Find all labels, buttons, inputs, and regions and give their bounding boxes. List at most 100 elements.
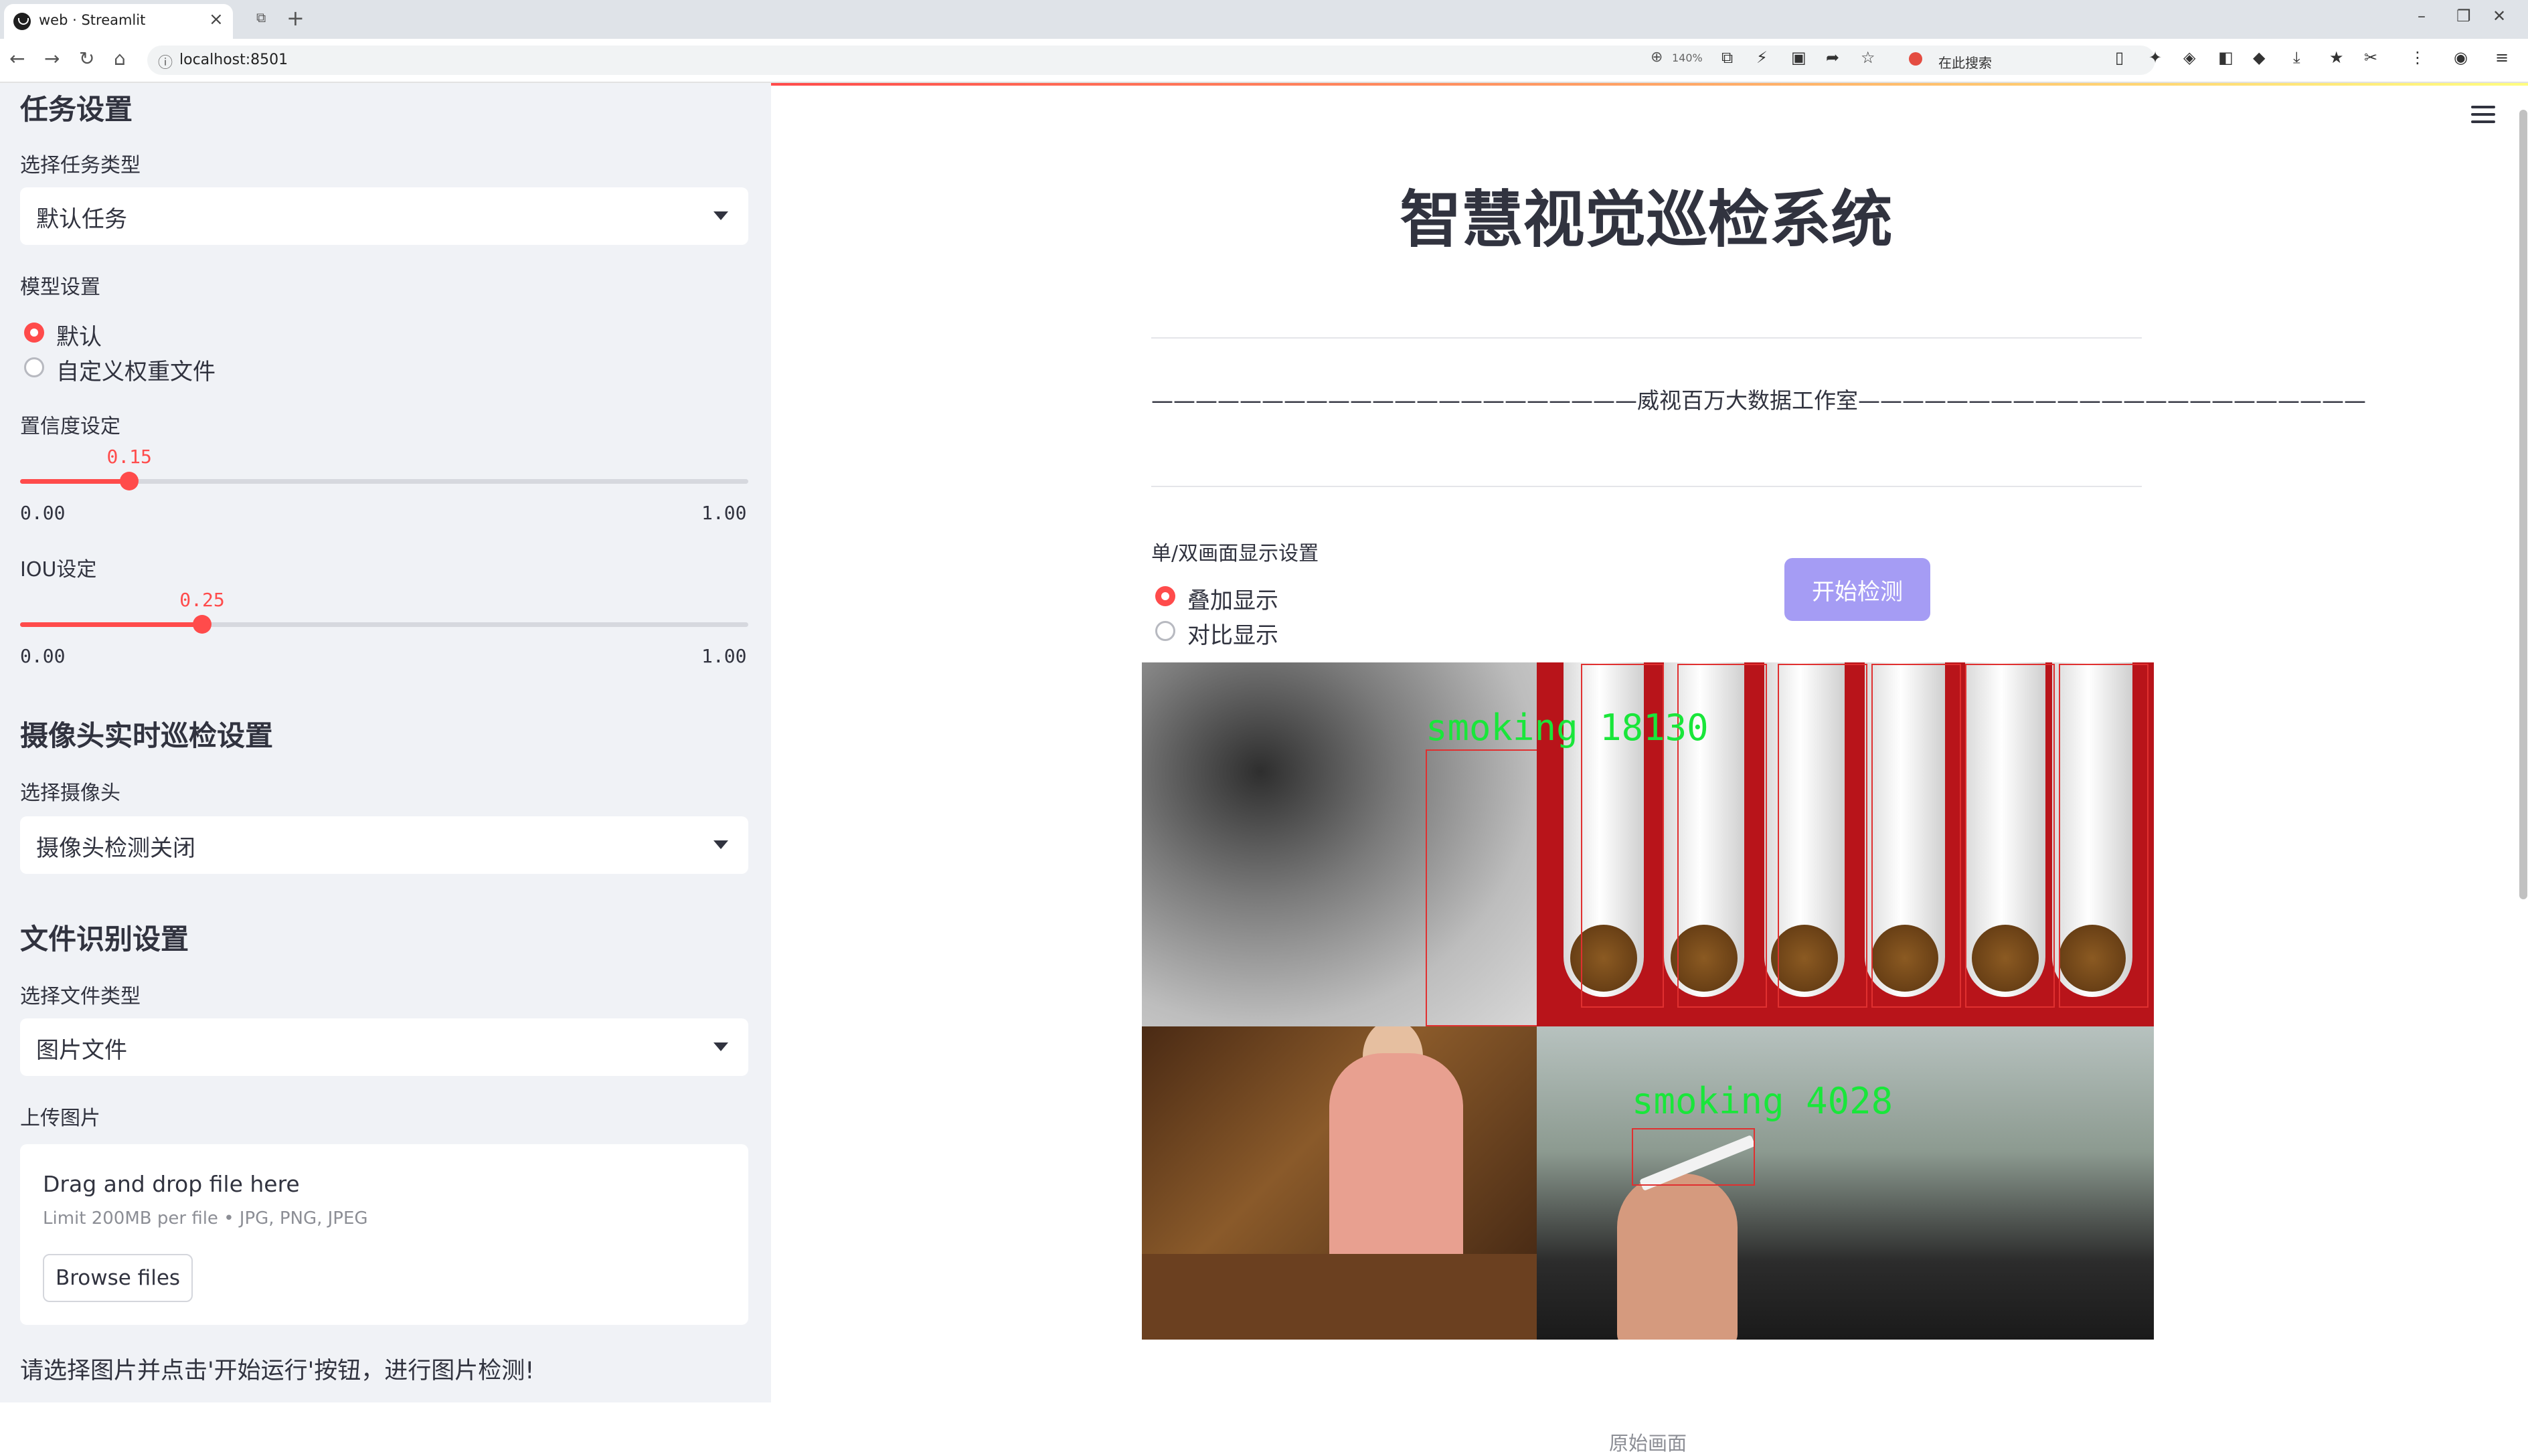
divider xyxy=(1151,337,2142,339)
reload-icon[interactable]: ↻ xyxy=(79,48,94,70)
task-settings-heading: 任务设置 xyxy=(20,93,133,126)
browser-tab[interactable]: web · Streamlit × xyxy=(4,4,233,39)
iou-slider[interactable] xyxy=(20,615,748,634)
tab-close-icon[interactable]: × xyxy=(209,9,224,29)
detection-box xyxy=(1965,664,2055,1008)
image-tile-woman xyxy=(1142,1026,1537,1340)
iou-max: 1.00 xyxy=(701,645,747,667)
confidence-slider-thumb[interactable] xyxy=(120,472,139,490)
file-type-label: 选择文件类型 xyxy=(20,985,141,1008)
iou-min: 0.00 xyxy=(20,645,66,667)
instruction-text: 请选择图片并点击'开始运行'按钮，进行图片检测! xyxy=(20,1358,535,1384)
detection-box xyxy=(1426,749,1537,1026)
radio-model-custom-label: 自定义权重文件 xyxy=(56,359,216,385)
tab-group-icon[interactable]: ⧉ xyxy=(256,9,266,25)
search-placeholder: 在此搜索 xyxy=(1938,55,1992,71)
camera-select[interactable]: 摄像头检测关闭 xyxy=(20,816,748,874)
home-icon[interactable]: ⌂ xyxy=(114,48,126,70)
bookmark-star-icon[interactable]: ☆ xyxy=(1861,48,1875,67)
tab-title: web · Streamlit xyxy=(39,12,146,28)
iou-value: 0.25 xyxy=(179,589,225,611)
display-settings-label: 单/双画面显示设置 xyxy=(1151,542,1319,565)
file-type-value: 图片文件 xyxy=(36,1037,127,1064)
translate-icon[interactable]: ⧉ xyxy=(1721,48,1733,67)
detection-result-image: smoking 18130 smoking 4028 xyxy=(1142,662,2154,1421)
confidence-value: 0.15 xyxy=(106,446,152,468)
confidence-label: 置信度设定 xyxy=(20,415,120,438)
dropzone-limit: Limit 200MB per file • JPG, PNG, JPEG xyxy=(43,1208,368,1228)
chevron-down-icon xyxy=(713,211,728,220)
radio-unchecked-icon xyxy=(24,357,44,377)
camera-settings-heading: 摄像头实时巡检设置 xyxy=(20,719,274,752)
iou-slider-thumb[interactable] xyxy=(193,615,212,634)
radio-checked-icon xyxy=(1155,586,1175,606)
browser-tab-bar: web · Streamlit × ⧉ + – ❐ ✕ xyxy=(0,0,2528,39)
screenshot-icon[interactable]: ✂ xyxy=(2364,48,2377,67)
restore-icon[interactable]: ❐ xyxy=(2456,7,2471,25)
streamlit-favicon-icon xyxy=(13,13,31,30)
zoom-level: 140% xyxy=(1672,52,1703,64)
iou-slider-fill xyxy=(20,622,202,627)
mobile-icon[interactable]: ▯ xyxy=(2115,48,2124,67)
search-input[interactable]: 在此搜索 xyxy=(1901,47,2102,72)
back-icon[interactable]: ← xyxy=(9,48,25,70)
radio-checked-icon xyxy=(24,323,44,343)
chevron-down-icon xyxy=(713,840,728,849)
zoom-icon[interactable]: ⊕ xyxy=(1651,49,1663,66)
image-tile-car xyxy=(1537,1026,2154,1340)
task-type-label: 选择任务类型 xyxy=(20,154,141,177)
detection-box xyxy=(1871,664,1961,1008)
address-bar-row: ← → ↻ ⌂ ⓘ localhost:8501 ⊕ 140% ⧉ ⚡ ▣ ➦ … xyxy=(0,39,2528,83)
page-title: 智慧视觉巡检系统 xyxy=(1400,184,1893,256)
extension-sparkle-icon[interactable]: ✦ xyxy=(2148,48,2162,67)
forward-icon[interactable]: → xyxy=(44,48,60,70)
browse-files-button[interactable]: Browse files xyxy=(43,1254,193,1302)
file-settings-heading: 文件识别设置 xyxy=(20,923,189,955)
search-engine-icon xyxy=(1909,52,1922,66)
camera-select-label: 选择摄像头 xyxy=(20,782,120,805)
minimize-icon[interactable]: – xyxy=(2418,7,2426,25)
share-icon[interactable]: ➦ xyxy=(1826,48,1839,67)
detection-box xyxy=(1632,1128,1755,1186)
download-icon[interactable]: ⤓ xyxy=(2293,48,2300,67)
profile-avatar[interactable]: ◉ xyxy=(2454,48,2468,67)
file-type-select[interactable]: 图片文件 xyxy=(20,1018,748,1076)
confidence-min: 0.00 xyxy=(20,502,66,524)
address-input[interactable]: ⓘ localhost:8501 xyxy=(147,46,2155,75)
confidence-slider[interactable] xyxy=(20,472,748,490)
lightning-icon[interactable]: ⚡ xyxy=(1756,48,1768,67)
confidence-max: 1.00 xyxy=(701,502,747,524)
detection-box xyxy=(2059,664,2148,1008)
upload-label: 上传图片 xyxy=(20,1107,100,1130)
confidence-slider-fill xyxy=(20,479,130,484)
favorites-icon[interactable]: ★ xyxy=(2329,48,2344,67)
image-caption: 原始画面 xyxy=(1608,1432,1687,1455)
detection-box xyxy=(1778,664,1867,1008)
site-info-icon[interactable]: ⓘ xyxy=(158,51,173,72)
more-menu-icon[interactable]: ⋮ xyxy=(2410,48,2426,67)
capture-icon[interactable]: ▣ xyxy=(1791,48,1806,67)
sidebar: 任务设置 选择任务类型 默认任务 模型设置 默认 自定义权重文件 置信度设定 0… xyxy=(0,83,771,1402)
chevron-down-icon xyxy=(713,1042,728,1051)
extension-translate-icon[interactable]: ◧ xyxy=(2218,48,2234,67)
detection-label-1: smoking 18130 xyxy=(1426,707,1709,749)
task-type-select[interactable]: 默认任务 xyxy=(20,187,748,245)
radio-compare-label: 对比显示 xyxy=(1187,622,1278,649)
new-tab-icon[interactable]: + xyxy=(286,5,305,31)
divider xyxy=(1151,486,2142,487)
start-detection-button[interactable]: 开始检测 xyxy=(1784,558,1930,621)
radio-model-default-label: 默认 xyxy=(56,324,102,351)
extension-puzzle-icon[interactable]: ◈ xyxy=(2183,48,2195,67)
url-text: localhost:8501 xyxy=(179,52,288,68)
browser-menu-icon[interactable]: ≡ xyxy=(2495,48,2509,67)
dropzone-title: Drag and drop file here xyxy=(43,1171,300,1197)
studio-subtitle: ——————————————————————威视百万大数据工作室————————… xyxy=(1151,387,2366,414)
iou-label: IOU设定 xyxy=(20,558,97,581)
close-window-icon[interactable]: ✕ xyxy=(2493,7,2506,25)
camera-select-value: 摄像头检测关闭 xyxy=(36,835,195,862)
radio-overlay-label: 叠加显示 xyxy=(1187,587,1278,614)
extension-app-icon[interactable]: ◆ xyxy=(2253,48,2265,67)
model-settings-label: 模型设置 xyxy=(20,276,100,299)
hamburger-menu-icon[interactable] xyxy=(2471,106,2495,123)
file-dropzone[interactable]: Drag and drop file here Limit 200MB per … xyxy=(20,1144,748,1325)
